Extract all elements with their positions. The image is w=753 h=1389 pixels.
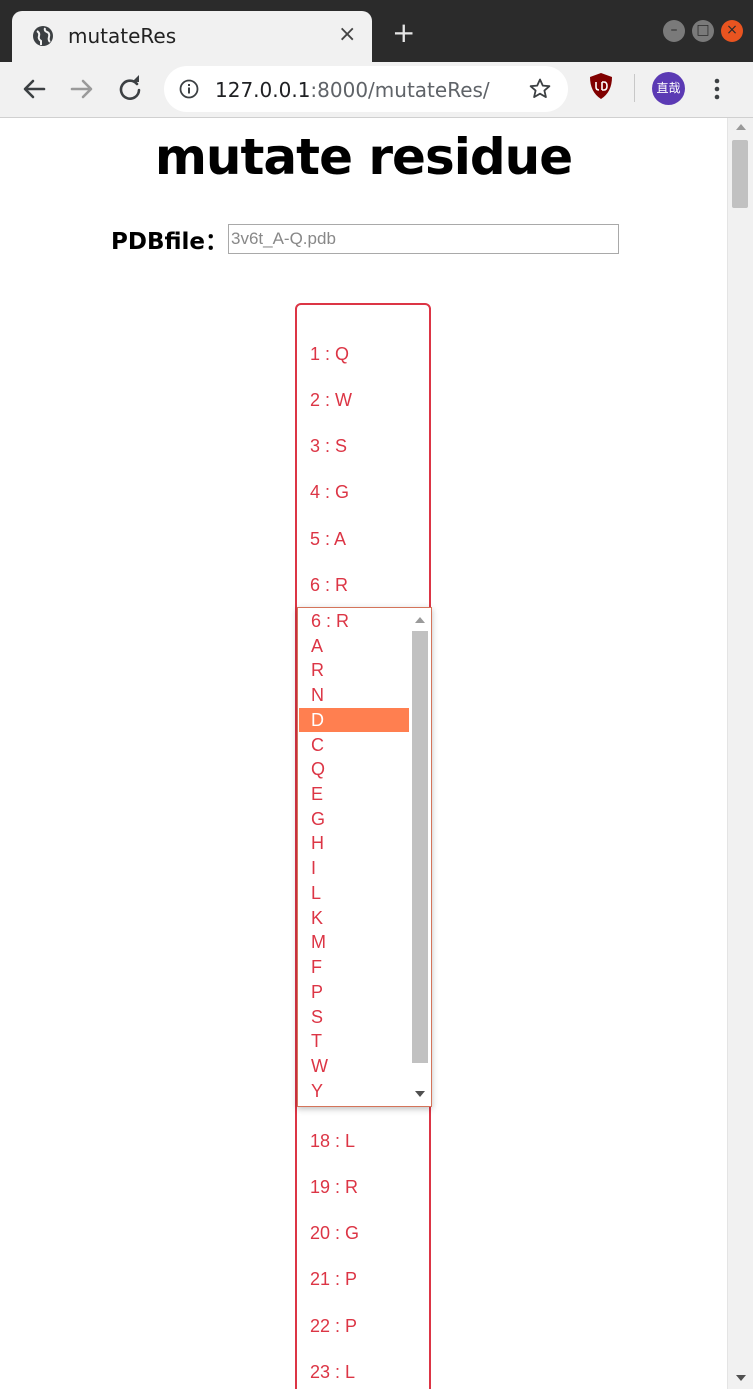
dropdown-scrollbar-thumb[interactable]	[412, 631, 428, 1063]
more-menu-icon[interactable]	[708, 76, 726, 102]
residue-select[interactable]: 1 : Q	[310, 344, 349, 365]
info-icon[interactable]	[179, 79, 199, 99]
dropdown-option[interactable]: K	[299, 906, 409, 930]
reload-icon[interactable]	[113, 72, 147, 106]
residue-select[interactable]: 20 : G	[310, 1223, 359, 1244]
profile-avatar[interactable]: 直哉	[652, 72, 685, 105]
tab-strip: mutateRes × + – □ ×	[0, 0, 753, 62]
residue-select[interactable]: 2 : W	[310, 390, 352, 411]
globe-icon	[33, 26, 53, 46]
residue-select[interactable]: 19 : R	[310, 1177, 358, 1198]
dropdown-option[interactable]: A	[299, 634, 409, 658]
dropdown-option-highlighted[interactable]: D	[299, 708, 409, 732]
forward-arrow-icon[interactable]	[65, 72, 99, 106]
tab-close-icon[interactable]: ×	[338, 21, 356, 49]
scrollbar-thumb[interactable]	[732, 140, 748, 208]
dropdown-option[interactable]: I	[299, 856, 409, 880]
tab-title: mutateRes	[68, 24, 177, 48]
bookmark-star-icon[interactable]	[528, 77, 552, 101]
dropdown-option[interactable]: N	[299, 683, 409, 707]
page-title: mutate residue	[154, 128, 573, 186]
url-text[interactable]: 127.0.0.1:8000/mutateRes/	[215, 78, 490, 102]
dropdown-scroll-up-icon[interactable]	[415, 617, 425, 623]
dropdown-option[interactable]: Y	[299, 1079, 409, 1103]
residue-select[interactable]: 5 : A	[310, 529, 346, 550]
dropdown-option[interactable]: R	[299, 658, 409, 682]
residue-select[interactable]: 23 : L	[310, 1362, 355, 1383]
window-close-button[interactable]: ×	[721, 20, 743, 42]
scroll-down-arrow-icon[interactable]	[736, 1375, 746, 1381]
address-bar[interactable]: 127.0.0.1:8000/mutateRes/	[164, 66, 568, 112]
scroll-up-arrow-icon[interactable]	[736, 124, 746, 130]
residue-dropdown-list[interactable]: 6 : R A R N D C Q E G H I L K M F P S T …	[297, 607, 432, 1107]
pdb-file-input[interactable]	[228, 224, 619, 254]
dropdown-scrollbar[interactable]	[409, 609, 431, 1105]
dropdown-option[interactable]: E	[299, 782, 409, 806]
new-tab-button[interactable]: +	[392, 18, 415, 48]
residue-select[interactable]: 22 : P	[310, 1316, 357, 1337]
window-minimize-button[interactable]: –	[663, 20, 685, 42]
toolbar-divider	[634, 74, 635, 102]
page-scrollbar[interactable]	[727, 118, 753, 1389]
window-maximize-button[interactable]: □	[692, 20, 714, 42]
minimize-icon: –	[670, 22, 678, 38]
dropdown-option[interactable]: C	[299, 733, 409, 757]
dropdown-option[interactable]: P	[299, 980, 409, 1004]
ublock-shield-icon[interactable]	[589, 72, 613, 100]
dropdown-option[interactable]: W	[299, 1054, 409, 1078]
dropdown-option[interactable]: G	[299, 807, 409, 831]
residue-select[interactable]: 18 : L	[310, 1131, 355, 1152]
residue-select[interactable]: 21 : P	[310, 1269, 357, 1290]
dropdown-option[interactable]: T	[299, 1029, 409, 1053]
browser-toolbar: 127.0.0.1:8000/mutateRes/ 直哉	[0, 62, 753, 118]
residue-select[interactable]: 6 : R	[310, 575, 348, 596]
url-path: :8000/mutateRes/	[310, 78, 490, 102]
dropdown-scroll-down-icon[interactable]	[415, 1091, 425, 1097]
dropdown-option[interactable]: Q	[299, 757, 409, 781]
browser-tab[interactable]: mutateRes ×	[12, 11, 372, 62]
residue-select[interactable]: 4 : G	[310, 482, 349, 503]
url-host: 127.0.0.1	[215, 78, 311, 102]
residue-select[interactable]: 3 : S	[310, 436, 347, 457]
dropdown-option[interactable]: L	[299, 881, 409, 905]
dropdown-option[interactable]: 6 : R	[299, 609, 409, 633]
maximize-icon: □	[696, 22, 710, 38]
pdb-file-label: PDBfile：	[111, 229, 229, 255]
close-icon: ×	[726, 22, 738, 38]
dropdown-option[interactable]: H	[299, 831, 409, 855]
dropdown-option[interactable]: S	[299, 1005, 409, 1029]
dropdown-option[interactable]: M	[299, 930, 409, 954]
back-arrow-icon[interactable]	[17, 72, 51, 106]
dropdown-option[interactable]: F	[299, 955, 409, 979]
